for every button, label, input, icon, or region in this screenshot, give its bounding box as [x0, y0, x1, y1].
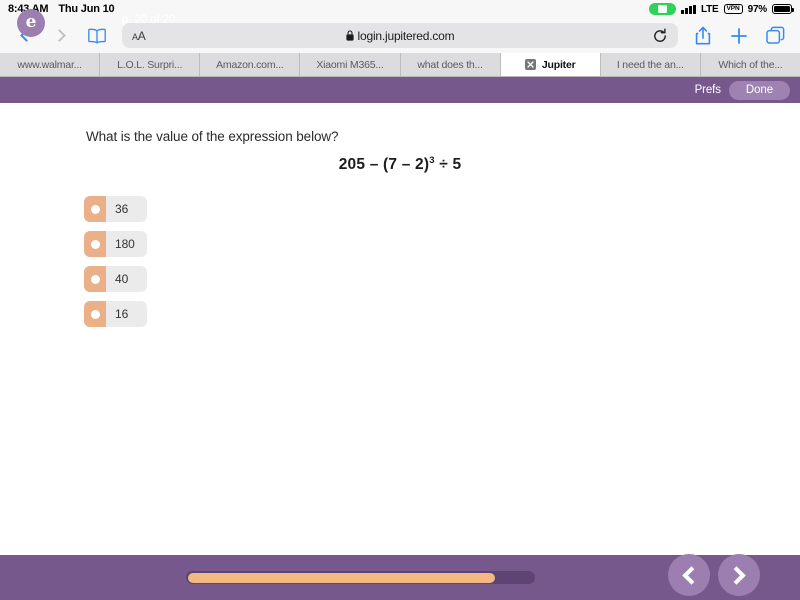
browser-tab[interactable]: I need the an... — [600, 53, 701, 76]
share-button[interactable] — [692, 25, 714, 47]
answer-choice[interactable]: 16 — [84, 301, 147, 327]
jupiter-logo-letter: e — [25, 12, 37, 32]
vpn-badge-icon: VPN — [723, 4, 743, 14]
tabs-overview-icon — [765, 26, 784, 44]
expression-base: 205 – (7 – 2) — [338, 156, 430, 174]
browser-tab[interactable]: what does th... — [400, 53, 501, 76]
network-type-label: LTE — [700, 3, 719, 15]
browser-tab-active[interactable]: Jupiter — [500, 53, 601, 76]
previous-chevron-icon — [682, 565, 701, 585]
reload-icon[interactable] — [652, 28, 668, 44]
browser-tab[interactable]: Amazon.com... — [200, 53, 301, 76]
lock-icon — [345, 30, 354, 41]
address-bar-content: login.jupitered.com — [122, 29, 678, 43]
prefs-button[interactable]: Prefs — [695, 84, 721, 96]
browser-tab-label: Which of the... — [718, 58, 783, 71]
next-page-button[interactable] — [718, 554, 760, 596]
question-text: What is the value of the expression belo… — [86, 129, 339, 144]
previous-page-button[interactable] — [668, 554, 710, 596]
browser-tab-label: what does th... — [417, 58, 483, 71]
answer-choice-label: 36 — [115, 202, 129, 216]
browser-toolbar: AAAA login.jupitered.com — [0, 18, 800, 53]
page-indicator: p. 20 of 20 — [122, 14, 176, 26]
battery-icon — [772, 4, 794, 14]
browser-tab-label: Amazon.com... — [216, 58, 284, 71]
address-bar[interactable]: AAAA login.jupitered.com — [122, 23, 678, 48]
book-icon — [88, 28, 106, 44]
radio-button-icon[interactable] — [84, 266, 106, 292]
cellular-signal-icon — [681, 4, 696, 14]
quiz-content: What is the value of the expression belo… — [0, 103, 800, 555]
new-tab-button[interactable] — [728, 25, 750, 47]
browser-tab-label: Xiaomi M365... — [316, 58, 384, 71]
answer-choice[interactable]: 180 — [84, 231, 147, 257]
forward-chevron-icon — [53, 29, 66, 42]
radio-button-icon[interactable] — [84, 196, 106, 222]
jupiter-logo: e — [17, 9, 45, 37]
progress-bar-fill — [187, 572, 496, 583]
share-icon — [695, 26, 711, 44]
battery-percent-label: 97% — [747, 3, 768, 15]
status-bar: 8:43 AM Thu Jun 10 LTE VPN 97% — [0, 0, 800, 18]
done-button[interactable]: Done — [728, 80, 790, 100]
radio-button-icon[interactable] — [84, 231, 106, 257]
browser-tab[interactable]: www.walmar... — [0, 53, 101, 76]
ipad-safari-screen: 8:43 AM Thu Jun 10 LTE VPN 97% AAAA — [0, 0, 800, 600]
bookmarks-button[interactable] — [86, 25, 108, 47]
forward-button[interactable] — [50, 25, 72, 47]
text-size-button[interactable]: AAAA — [132, 29, 146, 43]
answer-choice[interactable]: 40 — [84, 266, 147, 292]
answer-choice[interactable]: 36 — [84, 196, 147, 222]
browser-tab-label: I need the an... — [616, 58, 684, 71]
answer-choice-list: 36 180 40 16 — [84, 196, 147, 327]
answer-choice-label: 16 — [115, 307, 129, 321]
next-chevron-icon — [727, 565, 746, 585]
expression-text: 205 – (7 – 2)3 ÷ 5 — [0, 155, 800, 174]
answer-choice-label: 40 — [115, 272, 129, 286]
radio-button-icon[interactable] — [84, 301, 106, 327]
answer-choice-label: 180 — [115, 237, 135, 251]
tabs-overview-button[interactable] — [764, 25, 786, 47]
progress-bar — [186, 571, 535, 584]
browser-tab-label: Jupiter — [541, 58, 576, 71]
plus-icon — [731, 27, 747, 44]
url-text: login.jupitered.com — [357, 28, 455, 43]
status-date: Thu Jun 10 — [58, 3, 115, 15]
browser-tab[interactable]: Xiaomi M365... — [300, 53, 401, 76]
tab-bar: www.walmar... L.O.L. Surpri... Amazon.co… — [0, 53, 800, 77]
app-header: Prefs Done — [0, 77, 800, 103]
browser-tab-label: L.O.L. Surpri... — [117, 58, 183, 71]
status-bar-right: LTE VPN 97% — [649, 3, 794, 15]
browser-tab[interactable]: L.O.L. Surpri... — [100, 53, 201, 76]
browser-tab-label: www.walmar... — [17, 58, 82, 71]
screen-record-indicator-icon — [649, 3, 677, 15]
close-icon[interactable] — [524, 59, 536, 70]
browser-tab[interactable]: Which of the... — [700, 53, 800, 76]
expression-tail: ÷ 5 — [434, 156, 462, 174]
